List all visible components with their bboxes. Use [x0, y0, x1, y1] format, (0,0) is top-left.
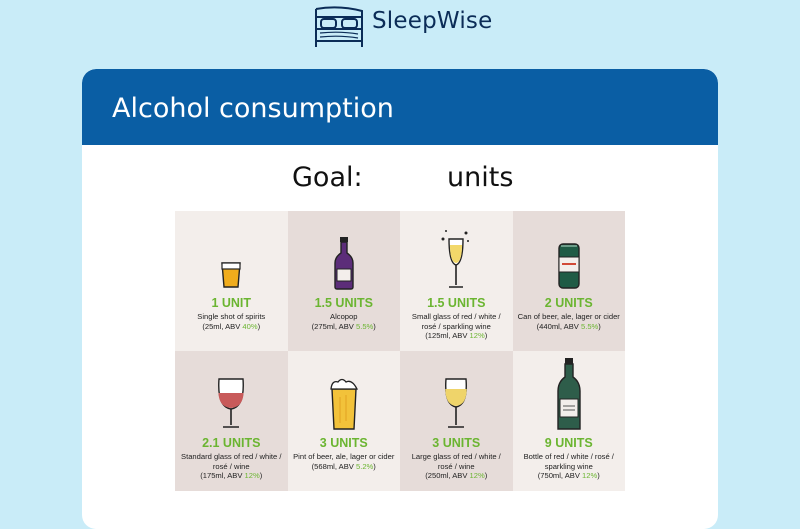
goal-units-label: units — [447, 162, 514, 193]
drink-tile-shot: 1 UNIT Single shot of spirits (25ml, ABV … — [175, 211, 288, 351]
drink-tile-pint: 3 UNITS Pint of beer, ale, lager or cide… — [287, 351, 400, 491]
bed-icon — [315, 6, 363, 47]
drink-tile-small-wine: 1.5 UNITS Small glass of red / white / r… — [400, 211, 513, 351]
drink-description: Standard glass of red / white / rosé / w… — [181, 452, 282, 481]
wine-bottle-icon — [556, 358, 581, 430]
shot-glass-icon — [221, 262, 241, 288]
drink-tile-large-wine: 3 UNITS Large glass of red / white / ros… — [400, 351, 513, 491]
drink-units: 1.5 UNITS — [314, 296, 373, 310]
drinks-grid: 1 UNIT Single shot of spirits (25ml, ABV … — [175, 211, 625, 491]
abv-value: 12% — [469, 471, 485, 481]
abv-value: 12% — [244, 471, 260, 481]
goal-label: Goal: — [292, 162, 363, 193]
drink-description: Large glass of red / white / rosé / wine… — [411, 452, 501, 481]
drink-description: Alcopop (275ml, ABV 5.5%) — [311, 312, 376, 331]
drink-tile-standard-wine: 2.1 UNITS Standard glass of red / white … — [175, 351, 288, 491]
brand-name: SleepWise — [372, 8, 493, 34]
app-header: SleepWise — [0, 0, 800, 52]
card-header: Alcohol consumption — [82, 69, 718, 145]
champagne-glass-icon — [441, 230, 469, 288]
drink-units: 3 UNITS — [432, 436, 481, 450]
drink-units: 2.1 UNITS — [202, 436, 261, 450]
drink-units: 1 UNIT — [211, 296, 252, 310]
abv-value: 12% — [582, 471, 598, 481]
drink-description: Small glass of red / white / rosé / spar… — [411, 312, 501, 341]
card-title: Alcohol consumption — [112, 93, 394, 124]
drink-units: 9 UNITS — [544, 436, 593, 450]
abv-value: 40% — [242, 321, 258, 331]
drink-tile-bottle: 9 UNITS Bottle of red / white / rosé / s… — [512, 351, 625, 491]
abv-value: 5.2% — [355, 461, 374, 471]
beer-pint-icon — [329, 378, 358, 430]
drink-description: Can of beer, ale, lager or cider (440ml, … — [517, 312, 620, 331]
red-wine-glass-icon — [218, 378, 244, 428]
abv-value: 5.5% — [355, 321, 374, 331]
drink-description: Single shot of spirits (25ml, ABV 40%) — [197, 312, 266, 331]
drink-tile-alcopop: 1.5 UNITS Alcopop (275ml, ABV 5.5%) — [287, 211, 400, 351]
alcohol-card: Alcohol consumption Goal: units 1 UNIT S… — [82, 69, 718, 529]
drink-description: Bottle of red / white / rosé / sparkling… — [523, 452, 614, 481]
goal-input[interactable] — [365, 157, 439, 197]
beer-can-icon — [557, 243, 580, 289]
drink-units: 1.5 UNITS — [427, 296, 486, 310]
drink-tile-can: 2 UNITS Can of beer, ale, lager or cider… — [512, 211, 625, 351]
drink-description: Pint of beer, ale, lager or cider (568ml,… — [293, 452, 395, 471]
white-wine-glass-icon — [445, 378, 467, 428]
abv-value: 5.5% — [580, 321, 599, 331]
abv-value: 12% — [469, 331, 485, 341]
drink-units: 2 UNITS — [544, 296, 593, 310]
alcopop-bottle-icon — [333, 237, 354, 290]
drink-units: 3 UNITS — [319, 436, 368, 450]
